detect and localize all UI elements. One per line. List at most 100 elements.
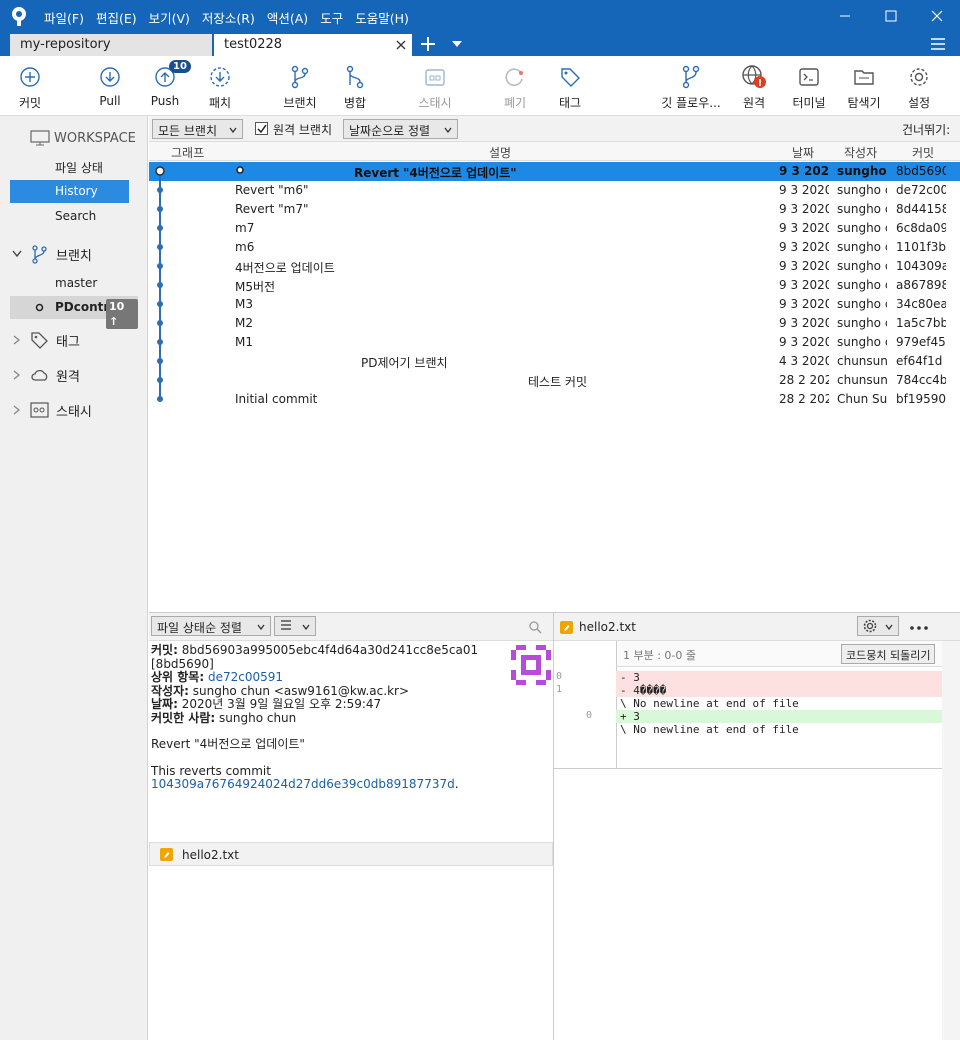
sort-dropdown[interactable]: 날짜순으로 정렬: [343, 119, 458, 139]
tags-section[interactable]: 태그: [12, 328, 80, 352]
branch-filter-dropdown[interactable]: 모든 브랜치: [152, 119, 243, 139]
table-row[interactable]: PDcontrol10 Revert "4버전으로 업데이트" 9 3 2020 su…: [149, 162, 960, 181]
sidebar-item-file-status[interactable]: 파일 상태: [10, 155, 129, 178]
table-row[interactable]: origin/PDcontrolPD제어기 브랜치4 3 2020chunsun…: [149, 352, 960, 371]
folder-icon: [854, 70, 874, 85]
changed-file-row[interactable]: hello2.txt: [149, 842, 553, 866]
sidebar-item-search[interactable]: Search: [10, 205, 129, 228]
table-row[interactable]: M5버전 9 3 2020 sungho c a867898: [149, 276, 960, 295]
menu-tools[interactable]: 도구: [320, 8, 343, 27]
chevron-down-icon[interactable]: [452, 41, 462, 47]
reverted-commit-link[interactable]: 104309a76764924024d27dd6e39c0db89187737d: [151, 777, 455, 791]
sidebar-item-master[interactable]: master: [10, 272, 129, 295]
tab-my-repository[interactable]: my-repository: [10, 34, 212, 56]
toolbar: 커밋 Pull 10 Push 패치 브랜치 병합 스태시 폐기 태그 깃 플로우…: [0, 56, 960, 116]
close-button[interactable]: [914, 0, 960, 32]
explorer-button[interactable]: 탐색기: [834, 64, 894, 111]
sidebar-item-history[interactable]: History: [10, 180, 129, 203]
pull-label: Pull: [99, 94, 121, 108]
commit-hash: 34c80ea: [896, 297, 946, 311]
sidebar: WORKSPACE 파일 상태 History Search 브랜치 maste…: [0, 116, 148, 1040]
branches-section[interactable]: 브랜치: [12, 242, 92, 266]
remotes-section[interactable]: 원격: [12, 363, 80, 387]
col-date[interactable]: 날짜: [792, 144, 814, 161]
menu-edit[interactable]: 편집(E): [96, 8, 137, 27]
tab-test0228[interactable]: test0228: [214, 34, 412, 56]
terminal-button[interactable]: 터미널: [779, 64, 839, 111]
table-row[interactable]: Initial commit 28 2 202 Chun Su bf19590: [149, 390, 960, 409]
diff-file-name: hello2.txt: [579, 620, 636, 634]
branch-button[interactable]: 브랜치: [270, 64, 330, 111]
commit-description: M2: [235, 316, 253, 330]
commit-message: Revert "4버전으로 업데이트": [151, 737, 305, 751]
table-row[interactable]: origin/masterorigin/HEADmaster테스트 커밋28 2…: [149, 371, 960, 390]
branch-icon: [291, 65, 309, 89]
menu-actions[interactable]: 액션(A): [267, 8, 308, 27]
stash-button[interactable]: 스태시: [405, 64, 465, 111]
commit-date: 9 3 2020: [779, 164, 829, 178]
new-line-number: 0: [586, 710, 593, 721]
commit-field-label: 커밋:: [151, 643, 178, 657]
diff-options-dropdown[interactable]: [857, 616, 899, 636]
commit-icon: [20, 67, 40, 87]
tag-button[interactable]: 태그: [540, 64, 600, 111]
col-graph[interactable]: 그래프: [171, 144, 204, 161]
diff-line: \ No newline at end of file: [616, 723, 942, 736]
table-row[interactable]: m7 9 3 2020 sungho c 6c8da09: [149, 219, 960, 238]
file-sort-dropdown[interactable]: 파일 상태순 정렬: [151, 616, 271, 636]
diff-scrollbar[interactable]: [942, 641, 960, 1040]
minimize-button[interactable]: [822, 0, 868, 32]
table-row[interactable]: M1 9 3 2020 sungho c 979ef45: [149, 333, 960, 352]
hamburger-menu-icon[interactable]: [930, 37, 946, 51]
discard-button[interactable]: 폐기: [485, 64, 545, 111]
settings-button[interactable]: 설정: [889, 64, 949, 111]
commit-author: sungho c: [837, 221, 887, 235]
list-view-dropdown[interactable]: [274, 616, 316, 636]
menu-file[interactable]: 파일(F): [44, 8, 84, 27]
table-row[interactable]: M3 9 3 2020 sungho c 34c80ea: [149, 295, 960, 314]
remote-branches-checkbox[interactable]: [255, 122, 268, 135]
committer-value: sungho chun: [219, 710, 297, 725]
commit-author: sungho c: [837, 297, 887, 311]
committer-field-label: 커밋한 사람:: [151, 710, 216, 725]
table-row[interactable]: Revert "m6" 9 3 2020 sungho c de72c00: [149, 181, 960, 200]
search-icon[interactable]: [529, 621, 542, 634]
commit-hash: a867898: [896, 278, 946, 292]
revert-hunk-button[interactable]: 코드뭉치 되돌리기: [841, 644, 936, 664]
more-options-icon[interactable]: [910, 626, 928, 630]
col-commit[interactable]: 커밋: [912, 144, 934, 161]
search-label: Search: [55, 209, 97, 223]
table-row[interactable]: Revert "m7" 9 3 2020 sungho c 8d44158: [149, 200, 960, 219]
fetch-label: 패치: [208, 96, 232, 110]
remote-label: 원격: [742, 96, 766, 110]
push-button[interactable]: 10 Push: [135, 60, 195, 108]
fetch-button[interactable]: 패치: [190, 64, 250, 111]
commit-details-panel: 파일 상태순 정렬 커밋: 8bd56903a995005ebc4f4d64a3…: [149, 612, 554, 1040]
merge-button[interactable]: 병합: [325, 64, 385, 111]
maximize-button[interactable]: [868, 0, 914, 32]
commit-description: m6: [235, 240, 255, 254]
avatar: [511, 645, 551, 685]
remote-button[interactable]: ! 원격: [724, 64, 784, 111]
menu-help[interactable]: 도움말(H): [355, 8, 409, 27]
monitor-icon: [30, 130, 50, 146]
commit-description: m7: [235, 221, 255, 235]
table-row[interactable]: 4버전으로 업데이트 9 3 2020 sungho c 104309a: [149, 257, 960, 276]
menu-view[interactable]: 보기(V): [149, 8, 190, 27]
table-row[interactable]: M2 9 3 2020 sungho c 1a5c7bb: [149, 314, 960, 333]
col-author[interactable]: 작성자: [844, 144, 877, 161]
git-flow-button[interactable]: 깃 플로우...: [655, 64, 727, 111]
sidebar-item-pdcontrol[interactable]: PDcontrol 10 ↑: [10, 296, 138, 329]
parent-link[interactable]: de72c00591: [208, 670, 283, 684]
pull-button[interactable]: Pull: [80, 64, 140, 108]
pull-icon: [100, 67, 120, 87]
col-description[interactable]: 설명: [489, 144, 511, 161]
commit-button[interactable]: 커밋: [0, 64, 60, 111]
table-row[interactable]: m6 9 3 2020 sungho c 1101f3b: [149, 238, 960, 257]
close-tab-icon[interactable]: [396, 40, 406, 50]
stashes-section[interactable]: 스태시: [12, 398, 92, 422]
diff-hunk: 1 부분 : 0-0 줄 코드뭉치 되돌리기 - 3 0 - 4���� 1 \ No …: [554, 641, 942, 769]
commit-date: 9 3 2020: [779, 240, 829, 254]
new-tab-icon[interactable]: [420, 36, 436, 52]
menu-repository[interactable]: 저장소(R): [202, 8, 255, 27]
